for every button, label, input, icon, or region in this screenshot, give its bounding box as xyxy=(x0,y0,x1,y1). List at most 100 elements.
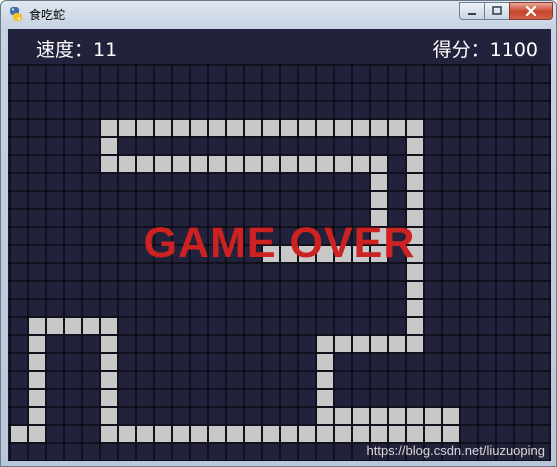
score-label: 得分： xyxy=(432,39,490,61)
snake-segment xyxy=(101,336,117,352)
snake-segment xyxy=(29,408,45,424)
snake-segment xyxy=(29,318,45,334)
snake-segment xyxy=(263,156,279,172)
snake-segment xyxy=(407,282,423,298)
snake-segment xyxy=(407,156,423,172)
snake-segment xyxy=(245,120,261,136)
snake-segment xyxy=(353,336,369,352)
snake-segment xyxy=(317,372,333,388)
snake-segment xyxy=(191,426,207,442)
snake-segment xyxy=(101,426,117,442)
snake-segment xyxy=(83,318,99,334)
snake-segment xyxy=(317,408,333,424)
snake-segment xyxy=(299,156,315,172)
snake-segment xyxy=(101,354,117,370)
snake-segment xyxy=(353,408,369,424)
snake-segment xyxy=(101,156,117,172)
snake-segment xyxy=(227,120,243,136)
snake-segment xyxy=(371,336,387,352)
snake-segment xyxy=(407,300,423,316)
minimize-icon xyxy=(468,13,476,15)
snake-segment xyxy=(173,426,189,442)
snake-segment xyxy=(299,426,315,442)
snake-segment xyxy=(101,390,117,406)
watermark-text: https://blog.csdn.net/liuzuoping xyxy=(366,443,545,458)
snake-segment xyxy=(443,426,459,442)
snake-segment xyxy=(263,120,279,136)
snake-segment xyxy=(191,156,207,172)
snake-segment xyxy=(335,336,351,352)
snake-segment xyxy=(137,426,153,442)
snake-segment xyxy=(137,156,153,172)
snake-segment xyxy=(29,390,45,406)
snake-segment xyxy=(11,426,27,442)
snake-segment xyxy=(389,336,405,352)
snake-segment xyxy=(281,426,297,442)
snake-segment xyxy=(371,174,387,190)
snake-segment xyxy=(317,120,333,136)
snake-segment xyxy=(227,156,243,172)
snake-segment xyxy=(119,426,135,442)
snake-segment xyxy=(335,120,351,136)
snake-segment xyxy=(317,354,333,370)
speed-display: 速度：11 xyxy=(36,35,117,62)
python-snake-icon xyxy=(10,7,22,21)
snake-segment xyxy=(407,192,423,208)
close-icon xyxy=(525,5,537,17)
snake-segment xyxy=(389,426,405,442)
snake-segment xyxy=(29,372,45,388)
minimize-button[interactable] xyxy=(459,2,485,20)
snake-segment xyxy=(101,318,117,334)
snake-segment xyxy=(335,408,351,424)
snake-segment xyxy=(317,336,333,352)
snake-segment xyxy=(389,408,405,424)
snake-segment xyxy=(407,120,423,136)
snake-segment xyxy=(245,426,261,442)
snake-segment xyxy=(137,120,153,136)
snake-segment xyxy=(281,156,297,172)
snake-segment xyxy=(101,372,117,388)
game-over-message: GAME OVER xyxy=(143,219,416,267)
snake-segment xyxy=(353,156,369,172)
snake-segment xyxy=(227,426,243,442)
snake-segment xyxy=(317,390,333,406)
speed-value: 11 xyxy=(93,39,118,61)
snake-segment xyxy=(353,120,369,136)
snake-segment xyxy=(173,120,189,136)
snake-segment xyxy=(317,156,333,172)
snake-segment xyxy=(263,426,279,442)
snake-segment xyxy=(29,354,45,370)
snake-segment xyxy=(407,318,423,334)
snake-segment xyxy=(155,426,171,442)
application-window: 食吃蛇 速度：11 得分：1100 GAME OVER https://blog… xyxy=(0,0,557,467)
snake-segment xyxy=(335,426,351,442)
snake-segment xyxy=(101,120,117,136)
snake-segment xyxy=(47,318,63,334)
snake-segment xyxy=(119,156,135,172)
snake-segment xyxy=(371,408,387,424)
snake-segment xyxy=(371,120,387,136)
snake-segment xyxy=(209,426,225,442)
snake-segment xyxy=(209,120,225,136)
snake-segment xyxy=(191,120,207,136)
snake-segment xyxy=(317,426,333,442)
snake-segment xyxy=(407,138,423,154)
window-title: 食吃蛇 xyxy=(29,8,66,22)
snake-segment xyxy=(209,156,225,172)
snake-segment xyxy=(155,156,171,172)
snake-segment xyxy=(299,120,315,136)
title-bar[interactable]: 食吃蛇 xyxy=(1,1,556,27)
snake-segment xyxy=(389,120,405,136)
snake-segment xyxy=(407,408,423,424)
maximize-button[interactable] xyxy=(484,2,510,20)
snake-segment xyxy=(407,336,423,352)
speed-label: 速度： xyxy=(36,39,94,61)
snake-segment xyxy=(29,426,45,442)
snake-segment xyxy=(353,426,369,442)
score-display: 得分：1100 xyxy=(433,35,538,62)
snake-segment xyxy=(101,138,117,154)
snake-segment xyxy=(65,318,81,334)
close-button[interactable] xyxy=(509,2,553,20)
game-canvas[interactable]: 速度：11 得分：1100 GAME OVER https://blog.csd… xyxy=(8,29,551,461)
snake-segment xyxy=(425,426,441,442)
